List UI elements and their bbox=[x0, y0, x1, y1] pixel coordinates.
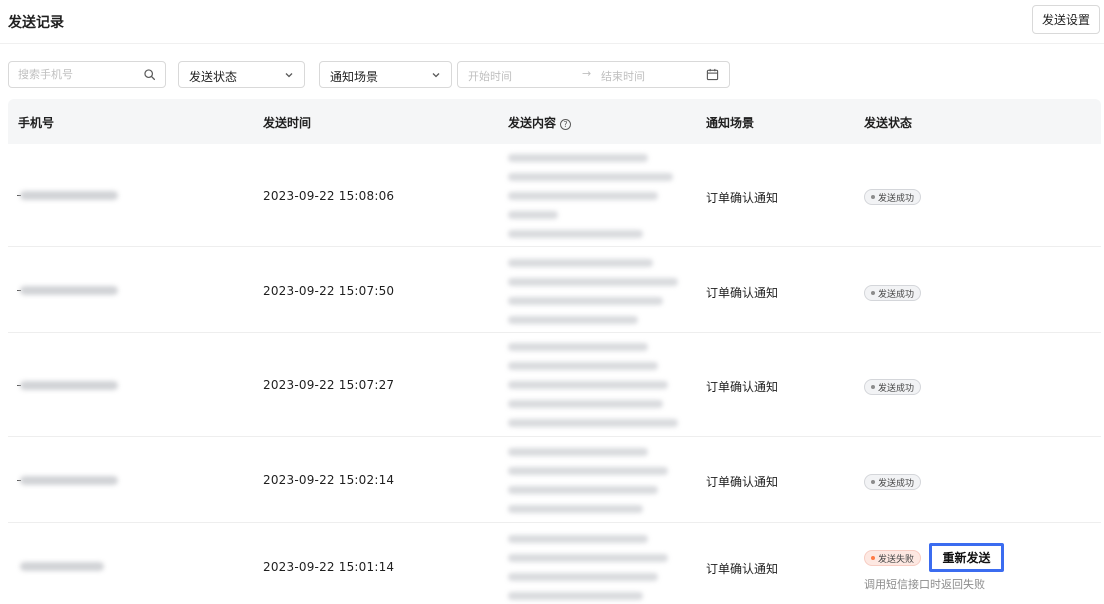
column-header-scene: 通知场景 bbox=[706, 116, 755, 130]
status-badge: 发送成功 bbox=[864, 379, 922, 395]
status-dot bbox=[871, 556, 875, 560]
chevron-down-icon bbox=[285, 73, 293, 78]
chevron-down-icon bbox=[432, 73, 440, 78]
table-row: 2023-09-22 15:07:50 订单确认通知 发送成功 bbox=[8, 247, 1101, 333]
notify-scene: 订单确认通知 bbox=[706, 475, 779, 489]
status-badge: 发送成功 bbox=[864, 285, 922, 301]
status-badge: 发送失败 bbox=[864, 550, 922, 566]
calendar-icon[interactable] bbox=[706, 68, 719, 81]
status-badge-label: 发送成功 bbox=[878, 289, 915, 300]
column-header-content-label: 发送内容 bbox=[508, 116, 557, 130]
column-header-send-time: 发送时间 bbox=[263, 116, 312, 130]
failure-reason: 调用短信接口时返回失败 bbox=[864, 578, 985, 591]
column-header-content: 发送内容? bbox=[508, 114, 572, 131]
notify-scene: 订单确认通知 bbox=[706, 286, 779, 300]
end-time-input[interactable]: 结束时间 bbox=[601, 68, 645, 84]
date-range-arrow: → bbox=[582, 67, 592, 80]
status-dot bbox=[871, 480, 875, 484]
status-dot bbox=[871, 195, 875, 199]
phone-number-redacted bbox=[20, 286, 118, 295]
send-status-select-label: 发送状态 bbox=[189, 70, 238, 84]
resend-button[interactable]: 重新发送 bbox=[929, 543, 1004, 572]
send-time: 2023-09-22 15:07:27 bbox=[263, 378, 395, 392]
status-badge-label: 发送失败 bbox=[878, 554, 915, 565]
page-title: 发送记录 bbox=[8, 15, 64, 31]
notify-scene: 订单确认通知 bbox=[706, 191, 779, 205]
phone-search-box bbox=[8, 61, 166, 88]
phone-number-redacted bbox=[20, 381, 118, 390]
send-settings-button[interactable]: 发送设置 bbox=[1032, 5, 1100, 34]
send-time: 2023-09-22 15:01:14 bbox=[263, 560, 395, 574]
status-badge: 发送成功 bbox=[864, 189, 922, 205]
notify-scene: 订单确认通知 bbox=[706, 380, 779, 394]
notify-scene: 订单确认通知 bbox=[706, 562, 779, 576]
status-badge: 发送成功 bbox=[864, 474, 922, 490]
date-range-picker[interactable]: 开始时间 → 结束时间 bbox=[457, 61, 730, 88]
phone-number-redacted bbox=[20, 191, 118, 200]
send-time: 2023-09-22 15:08:06 bbox=[263, 189, 395, 203]
phone-number-redacted bbox=[20, 476, 118, 485]
table-row: 2023-09-22 15:02:14 订单确认通知 发送成功 bbox=[8, 437, 1101, 523]
phone-number-redacted bbox=[20, 562, 104, 571]
send-status-select[interactable]: 发送状态 bbox=[178, 61, 305, 88]
send-records-table: 手机号 发送时间 发送内容? 通知场景 发送状态 2023-09-22 15:0… bbox=[8, 99, 1101, 604]
status-badge-label: 发送成功 bbox=[878, 478, 915, 489]
table-row: 2023-09-22 15:01:14 订单确认通知 发送失败 重新发送 调用短… bbox=[8, 523, 1101, 604]
notify-scene-select-label: 通知场景 bbox=[330, 70, 379, 84]
send-time: 2023-09-22 15:02:14 bbox=[263, 473, 395, 487]
message-content-redacted bbox=[508, 535, 678, 604]
notify-scene-select[interactable]: 通知场景 bbox=[319, 61, 452, 88]
message-content-redacted bbox=[508, 259, 678, 335]
message-content-redacted bbox=[508, 448, 678, 524]
table-header: 手机号 发送时间 发送内容? 通知场景 发送状态 bbox=[8, 99, 1101, 144]
table-row: 2023-09-22 15:07:27 订单确认通知 发送成功 bbox=[8, 333, 1101, 437]
status-dot bbox=[871, 291, 875, 295]
status-badge-label: 发送成功 bbox=[878, 193, 915, 204]
question-circle-icon[interactable]: ? bbox=[560, 119, 572, 130]
column-header-phone: 手机号 bbox=[18, 116, 55, 130]
search-icon[interactable] bbox=[143, 68, 156, 81]
table-row: 2023-09-22 15:08:06 订单确认通知 发送成功 bbox=[8, 144, 1101, 247]
column-header-status: 发送状态 bbox=[864, 116, 913, 130]
message-content-redacted bbox=[508, 343, 678, 438]
phone-search-input[interactable] bbox=[9, 62, 139, 87]
status-dot bbox=[871, 385, 875, 389]
status-badge-label: 发送成功 bbox=[878, 383, 915, 394]
message-content-redacted bbox=[508, 154, 678, 249]
page-header: 发送记录 发送设置 bbox=[0, 0, 1104, 44]
send-time: 2023-09-22 15:07:50 bbox=[263, 284, 395, 298]
start-time-input[interactable]: 开始时间 bbox=[468, 68, 512, 84]
